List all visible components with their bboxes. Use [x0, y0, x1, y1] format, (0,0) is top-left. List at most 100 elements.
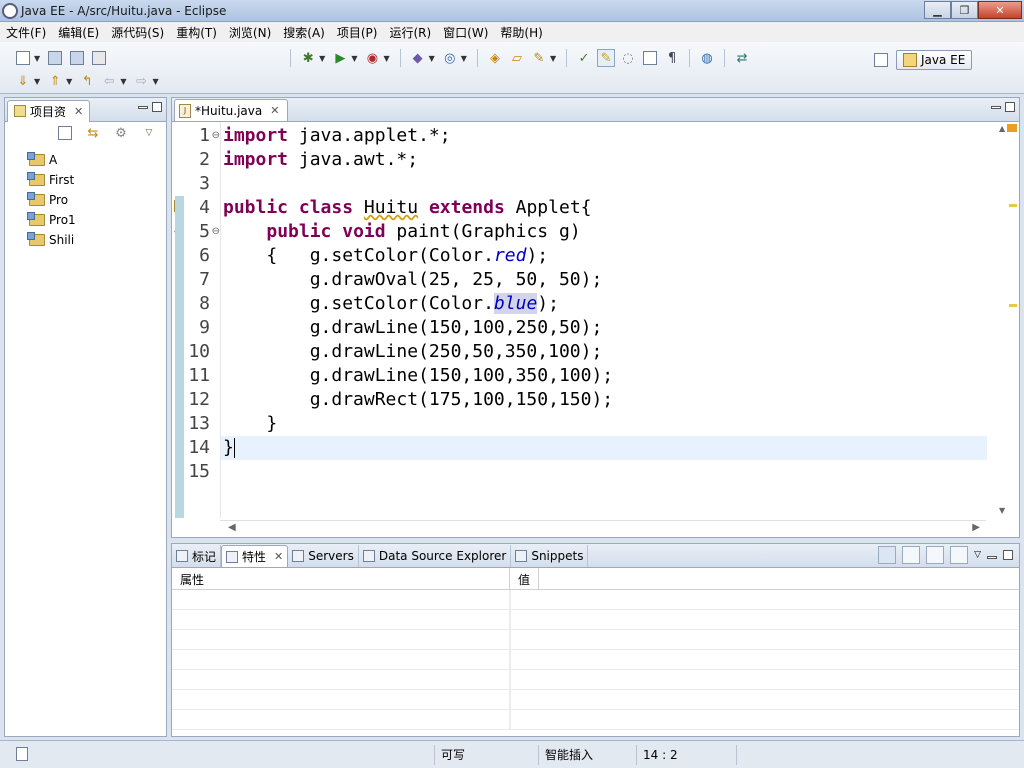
menu-item-6[interactable]: 项目(P) [331, 24, 384, 41]
menu-item-3[interactable]: 重构(T) [170, 24, 223, 41]
filter-icon[interactable]: ⚙ [112, 124, 130, 142]
minimize-view-icon[interactable] [138, 106, 148, 109]
search-icon[interactable]: ✎ [530, 49, 548, 67]
show-whitespace-icon[interactable]: ¶ [663, 49, 681, 67]
forward-icon[interactable]: ⇨ [132, 72, 150, 90]
horizontal-scrollbar[interactable]: ◀ ▶ [220, 520, 986, 534]
code-line[interactable]: g.drawLine(150,100,350,100); [223, 364, 613, 388]
new-icon[interactable] [14, 49, 32, 67]
tab-bottom-1[interactable]: 特性 ✕ [221, 545, 289, 567]
debug-dropdown-icon[interactable]: ▼ [319, 54, 325, 63]
block-selection-icon[interactable] [641, 49, 659, 67]
vertical-scrollbar[interactable]: ▲ ▼ [995, 122, 1011, 518]
fast-view-icon[interactable] [16, 747, 28, 761]
column-header-value[interactable]: 值 [510, 568, 540, 589]
pin-view-icon[interactable] [950, 546, 969, 564]
overview-occurrence-marker[interactable] [1009, 204, 1017, 207]
column-header-property[interactable]: 属性 [172, 568, 510, 589]
tab-bottom-4[interactable]: Snippets [511, 545, 589, 567]
menu-item-7[interactable]: 运行(R) [383, 24, 437, 41]
code-line[interactable]: g.drawOval(25, 25, 50, 50); [223, 268, 603, 292]
tree-item-project[interactable]: First [5, 170, 166, 190]
maximize-view-icon[interactable] [152, 102, 162, 112]
menu-item-0[interactable]: 文件(F) [0, 24, 52, 41]
next-annotation-dropdown-icon[interactable]: ▼ [34, 77, 40, 86]
minimize-editor-icon[interactable] [991, 106, 1001, 109]
code-line[interactable]: import java.applet.*; [223, 124, 451, 148]
annotation-icon[interactable]: ✓ [575, 49, 593, 67]
fold-toggle-icon[interactable]: ⊖ [212, 226, 220, 237]
maximize-editor-icon[interactable] [1005, 102, 1015, 112]
back-dropdown-icon[interactable]: ▼ [120, 77, 126, 86]
code-line[interactable]: } [223, 412, 277, 436]
new-server-icon[interactable]: ◆ [409, 49, 427, 67]
new-web-service-icon[interactable]: ◎ [441, 49, 459, 67]
open-perspective-icon[interactable] [872, 51, 890, 69]
minimize-button[interactable]: ▁ [924, 1, 951, 19]
publish-icon[interactable]: ⇄ [733, 49, 751, 67]
menu-item-5[interactable]: 搜索(A) [277, 24, 331, 41]
new-web-service-dropdown-icon[interactable]: ▼ [461, 54, 467, 63]
code-line[interactable]: } [223, 436, 235, 460]
menu-item-2[interactable]: 源代码(S) [105, 24, 170, 41]
open-folder-icon[interactable]: ▱ [508, 49, 526, 67]
code-line[interactable]: g.drawLine(250,50,350,100); [223, 340, 603, 364]
minimize-view-icon[interactable] [987, 555, 997, 559]
restore-default-icon[interactable] [926, 546, 945, 564]
code-text[interactable]: import java.applet.*; import java.awt.*; p… [220, 122, 986, 518]
tab-project-explorer[interactable]: 项目资 ✕ [7, 99, 91, 122]
prev-annotation-icon[interactable]: ⇑ [46, 72, 64, 90]
collapse-all-icon[interactable] [56, 124, 74, 142]
external-tools-icon[interactable]: ◉ [363, 49, 381, 67]
editor-body[interactable]: ▲ 1⊖2345⊖6789101112131415 import java.ap… [172, 122, 1019, 534]
perspective-java-ee-button[interactable]: Java EE [896, 50, 973, 70]
scroll-left-icon[interactable]: ◀ [228, 522, 236, 533]
overview-warning-icon[interactable] [1007, 124, 1017, 132]
fold-toggle-icon[interactable]: ⊖ [212, 130, 220, 141]
code-line[interactable]: public void paint(Graphics g) [223, 220, 580, 244]
show-categories-icon[interactable] [878, 546, 897, 564]
close-icon[interactable]: ✕ [274, 550, 283, 563]
tab-huitu-java[interactable]: J *Huitu.java ✕ [174, 99, 289, 121]
view-menu-icon[interactable]: ▽ [974, 550, 981, 560]
menu-item-8[interactable]: 窗口(W) [437, 24, 494, 41]
code-line[interactable]: g.drawLine(150,100,250,50); [223, 316, 603, 340]
menu-item-9[interactable]: 帮助(H) [494, 24, 548, 41]
scroll-up-icon[interactable]: ▲ [999, 124, 1005, 133]
show-advanced-icon[interactable] [902, 546, 921, 564]
save-all-icon[interactable] [68, 49, 86, 67]
forward-dropdown-icon[interactable]: ▼ [152, 77, 158, 86]
mark-occurrences-icon[interactable]: ◌ [619, 49, 637, 67]
view-menu-icon[interactable]: ▽ [140, 124, 158, 142]
back-icon[interactable]: ⇦ [100, 72, 118, 90]
run-dropdown-icon[interactable]: ▼ [351, 54, 357, 63]
tree-item-project[interactable]: Pro [5, 190, 166, 210]
prev-annotation-dropdown-icon[interactable]: ▼ [66, 77, 72, 86]
tab-bottom-0[interactable]: 标记 [172, 545, 222, 567]
tab-bottom-3[interactable]: Data Source Explorer [359, 545, 512, 567]
print-icon[interactable] [90, 49, 108, 67]
link-with-editor-icon[interactable]: ⇆ [84, 124, 102, 142]
search-dropdown-icon[interactable]: ▼ [550, 54, 556, 63]
code-line[interactable]: { g.setColor(Color.red); [223, 244, 548, 268]
save-icon[interactable] [46, 49, 64, 67]
highlight-icon[interactable]: ✎ [597, 49, 616, 67]
close-button[interactable]: ✕ [978, 1, 1022, 19]
maximize-view-icon[interactable] [1003, 550, 1013, 560]
code-line[interactable]: public class Huitu extends Applet{ [223, 196, 592, 220]
new-dropdown-icon[interactable]: ▼ [34, 54, 40, 63]
code-line[interactable]: g.drawRect(175,100,150,150); [223, 388, 613, 412]
web-browser-icon[interactable]: ◍ [698, 49, 716, 67]
tree-item-project[interactable]: Shili [5, 230, 166, 250]
run-icon[interactable]: ▶ [331, 49, 349, 67]
code-line[interactable]: g.setColor(Color.blue); [223, 292, 559, 316]
maximize-button[interactable]: ❐ [951, 1, 978, 19]
overview-occurrence-marker[interactable] [1009, 304, 1017, 307]
open-type-icon[interactable]: ◈ [486, 49, 504, 67]
tree-item-project[interactable]: Pro1 [5, 210, 166, 230]
next-annotation-icon[interactable]: ⇓ [14, 72, 32, 90]
menu-item-1[interactable]: 编辑(E) [52, 24, 105, 41]
close-icon[interactable]: ✕ [270, 104, 279, 117]
code-line[interactable]: import java.awt.*; [223, 148, 418, 172]
scroll-down-icon[interactable]: ▼ [999, 506, 1005, 515]
